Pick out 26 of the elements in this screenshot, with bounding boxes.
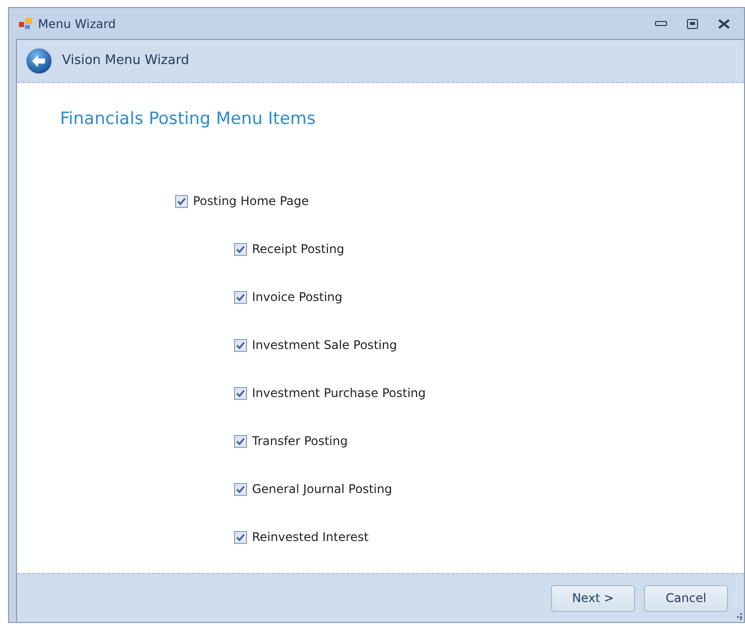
- wizard-button[interactable]: Cancel: [644, 584, 728, 612]
- minimize-icon[interactable]: [655, 20, 667, 26]
- checkbox[interactable]: [234, 290, 247, 304]
- wizard-button[interactable]: Next >: [551, 584, 635, 612]
- wizard-title: Vision Menu Wizard: [62, 52, 190, 70]
- checkbox[interactable]: [234, 530, 247, 544]
- checkbox-label[interactable]: Transfer Posting: [252, 432, 348, 450]
- maximize-icon[interactable]: [687, 18, 698, 28]
- checkbox[interactable]: [234, 434, 247, 448]
- checkbox[interactable]: [234, 242, 247, 256]
- checkbox[interactable]: [234, 386, 247, 400]
- resize-grip-icon[interactable]: [735, 613, 742, 620]
- close-icon[interactable]: [718, 18, 730, 28]
- checkbox-label[interactable]: Posting Home Page: [193, 192, 309, 210]
- page-heading: Financials Posting Menu Items: [60, 108, 316, 131]
- window-title: Menu Wizard: [38, 16, 116, 32]
- checkbox-label[interactable]: Invoice Posting: [252, 288, 342, 306]
- checkbox-label[interactable]: Investment Sale Posting: [252, 336, 397, 354]
- checkbox-label[interactable]: Receipt Posting: [252, 240, 344, 258]
- checkbox[interactable]: [175, 194, 188, 208]
- checkbox[interactable]: [234, 338, 247, 352]
- checkbox[interactable]: [234, 482, 247, 496]
- app-icon: [19, 18, 33, 30]
- checkbox-label[interactable]: Investment Purchase Posting: [252, 384, 426, 402]
- checkbox-label[interactable]: Reinvested Interest: [252, 528, 369, 546]
- checkbox-label[interactable]: General Journal Posting: [252, 480, 392, 498]
